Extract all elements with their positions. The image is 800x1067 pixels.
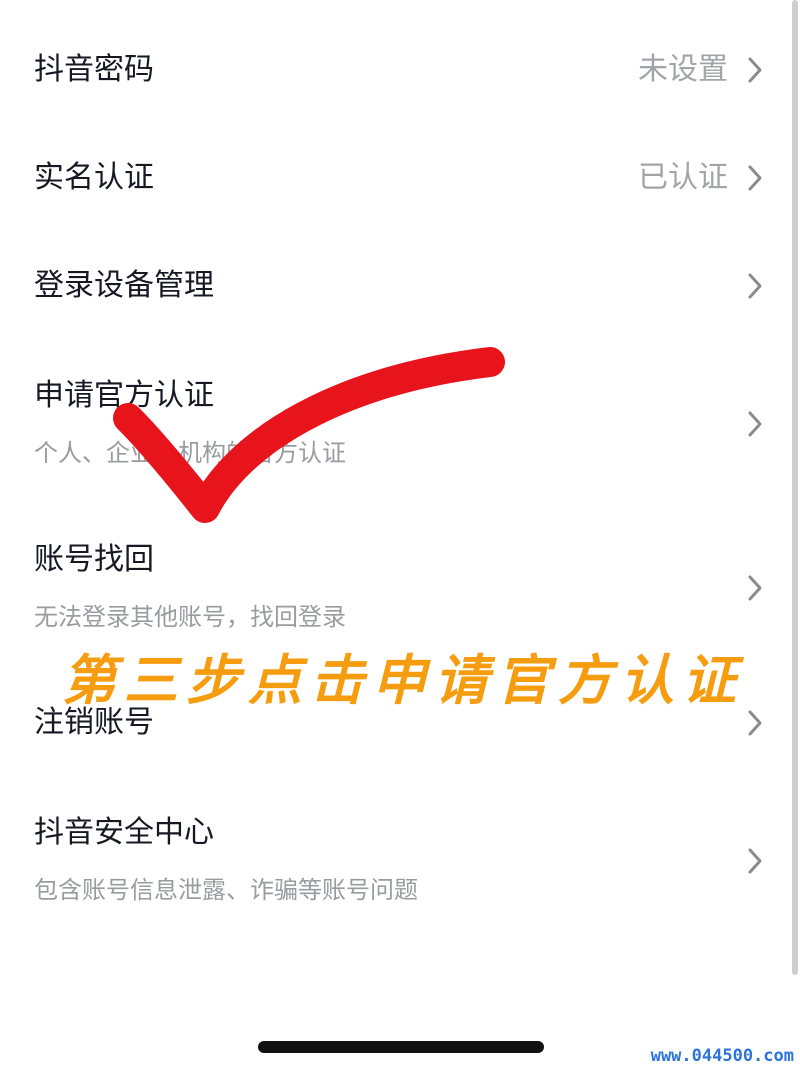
settings-item-subtitle: 包含账号信息泄露、诈骗等账号问题: [34, 876, 418, 904]
settings-item-title: 申请官方认证: [34, 378, 214, 413]
chevron-right-icon: [742, 54, 768, 86]
settings-item-title: 登录设备管理: [34, 268, 214, 303]
settings-item-login-device-management[interactable]: 登录设备管理: [0, 256, 800, 320]
settings-item-value: 未设置: [638, 52, 728, 87]
settings-item-title: 账号找回: [34, 542, 154, 577]
chevron-right-icon: [742, 572, 768, 604]
settings-item-title: 抖音密码: [34, 52, 154, 87]
chevron-right-icon: [742, 162, 768, 194]
home-indicator[interactable]: [258, 1041, 544, 1053]
chevron-right-icon: [742, 845, 768, 877]
settings-item-subtitle: 个人、企业、机构的官方认证: [34, 439, 346, 467]
settings-item-value: 已认证: [638, 160, 728, 195]
settings-item-title: 实名认证: [34, 160, 154, 195]
settings-item-apply-official-verification[interactable]: 申请官方认证 个人、企业、机构的官方认证: [0, 366, 800, 482]
chevron-right-icon: [742, 408, 768, 440]
watermark: www.044500.com: [650, 1046, 794, 1066]
settings-item-subtitle: 无法登录其他账号，找回登录: [34, 603, 346, 631]
chevron-right-icon: [742, 270, 768, 302]
settings-item-account-recovery[interactable]: 账号找回 无法登录其他账号，找回登录: [0, 530, 800, 646]
settings-item-douyin-password[interactable]: 抖音密码 未设置: [0, 40, 800, 104]
scrollbar[interactable]: [792, 0, 798, 975]
settings-item-real-name-verification[interactable]: 实名认证 已认证: [0, 148, 800, 212]
annotation-instruction-text: 第三步点击申请官方认证: [62, 648, 744, 712]
settings-item-title: 抖音安全中心: [34, 815, 214, 850]
settings-item-douyin-security-center[interactable]: 抖音安全中心 包含账号信息泄露、诈骗等账号问题: [0, 803, 800, 919]
